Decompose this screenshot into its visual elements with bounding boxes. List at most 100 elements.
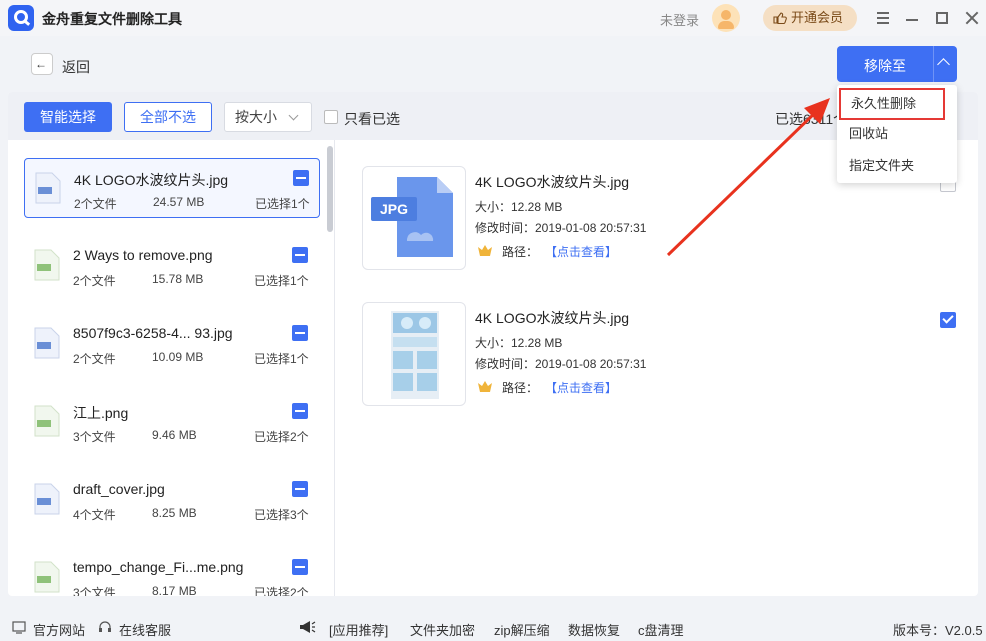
group-checkbox[interactable] [292, 559, 308, 575]
chevron-down-icon [288, 110, 299, 121]
jpg-file-icon [34, 483, 60, 515]
group-checkbox[interactable] [292, 481, 308, 497]
app-title: 金舟重复文件删除工具 [42, 11, 182, 27]
unselect-all-button[interactable]: 全部不选 [124, 102, 212, 132]
group-checkbox[interactable] [292, 325, 308, 341]
view-path-link[interactable]: 【点击查看】 [545, 243, 617, 260]
group-count: 4个文件 [73, 508, 116, 522]
group-item[interactable]: 4K LOGO水波纹片头.jpg 2个文件 24.57 MB 已选择1个 [24, 158, 320, 218]
group-name: tempo_change_Fi...me.png [73, 559, 244, 575]
png-file-icon [34, 249, 60, 281]
menu-item-choose-folder[interactable]: 指定文件夹 [837, 150, 957, 182]
vip-button[interactable]: 开通会员 [763, 5, 857, 31]
file-mtime: 修改时间：2019-01-08 20:57:31 [475, 357, 647, 371]
group-count: 2个文件 [73, 274, 116, 288]
group-size: 10.09 MB [152, 350, 204, 364]
smart-select-button[interactable]: 智能选择 [24, 102, 112, 132]
group-checkbox[interactable] [293, 170, 309, 186]
group-selected: 已选择3个 [254, 508, 309, 522]
chevron-up-icon[interactable] [937, 58, 950, 71]
group-size: 15.78 MB [152, 272, 204, 286]
scrollbar[interactable] [327, 146, 333, 232]
file-card: 4K LOGO水波纹片头.jpg 大小：12.28 MB 修改时间：2019-0… [362, 302, 962, 408]
version-label: 版本号：V2.0.5 [893, 623, 983, 638]
avatar[interactable] [712, 4, 740, 32]
footer-link-folder-encrypt[interactable]: 文件夹加密 [410, 620, 475, 639]
group-selected: 已选择1个 [254, 274, 309, 288]
image-thumbnail[interactable] [362, 302, 466, 406]
file-size: 大小：12.28 MB [475, 336, 563, 350]
thumb-type-label: JPG [379, 201, 408, 217]
group-name: 8507f9c3-6258-4... 93.jpg [73, 325, 233, 341]
view-path-link[interactable]: 【点击查看】 [545, 379, 617, 396]
jpg-file-icon[interactable]: JPG [362, 166, 466, 270]
group-selected: 已选择2个 [254, 430, 309, 444]
main-panel: 智能选择 全部不选 按大小 只看已选 已选6311个 4K LOGO水波纹片头.… [8, 92, 978, 596]
close-icon[interactable] [962, 8, 982, 28]
vip-label: 开通会员 [791, 10, 844, 25]
group-checkbox[interactable] [292, 247, 308, 263]
move-to-button[interactable]: 移除至 [837, 46, 957, 82]
group-size: 8.25 MB [152, 506, 197, 520]
footer-support-link[interactable]: 在线客服 [119, 620, 171, 639]
file-name: 4K LOGO水波纹片头.jpg [475, 174, 630, 190]
title-bar: 金舟重复文件删除工具 未登录 开通会员 [0, 0, 986, 36]
minimize-icon[interactable] [902, 8, 922, 28]
group-name: 江上.png [73, 405, 129, 421]
png-file-icon [34, 405, 60, 437]
group-size: 8.17 MB [152, 584, 197, 596]
group-selected: 已选择1个 [254, 352, 309, 366]
maximize-icon[interactable] [932, 8, 952, 28]
group-selected: 已选择2个 [254, 586, 309, 596]
website-icon [12, 621, 26, 634]
back-arrow-icon[interactable]: ← [31, 53, 53, 75]
move-to-dropdown: 永久性删除 回收站 指定文件夹 [837, 85, 957, 183]
only-selected-label: 只看已选 [344, 111, 400, 127]
group-item[interactable]: tempo_change_Fi...me.png 3个文件 8.17 MB 已选… [24, 548, 320, 596]
file-size: 大小：12.28 MB [475, 200, 563, 214]
group-selected: 已选择1个 [255, 197, 310, 211]
duplicate-group-list: 4K LOGO水波纹片头.jpg 2个文件 24.57 MB 已选择1个 2 W… [8, 140, 335, 596]
file-name: 4K LOGO水波纹片头.jpg [475, 310, 630, 326]
footer-link-c-clean[interactable]: c盘清理 [638, 620, 684, 639]
headset-icon [99, 621, 111, 632]
group-count: 3个文件 [73, 586, 116, 596]
png-file-icon [34, 561, 60, 593]
group-count: 2个文件 [73, 352, 116, 366]
group-size: 9.46 MB [152, 428, 197, 442]
thumb-up-icon [773, 12, 787, 24]
group-item[interactable]: 江上.png 3个文件 9.46 MB 已选择2个 [24, 392, 320, 452]
group-name: 4K LOGO水波纹片头.jpg [74, 172, 229, 188]
jpg-file-icon [34, 327, 60, 359]
menu-item-permanent-delete[interactable]: 永久性删除 [839, 88, 945, 120]
footer-link-zip[interactable]: zip解压缩 [494, 620, 550, 639]
group-checkbox[interactable] [292, 403, 308, 419]
back-button[interactable]: 返回 [62, 57, 90, 77]
footer-link-data-recovery[interactable]: 数据恢复 [568, 620, 620, 639]
menu-item-recycle-bin[interactable]: 回收站 [837, 118, 957, 150]
action-row: ← 返回 移除至 [0, 36, 986, 92]
file-mtime: 修改时间：2019-01-08 20:57:31 [475, 221, 647, 235]
group-item[interactable]: draft_cover.jpg 4个文件 8.25 MB 已选择3个 [24, 470, 320, 530]
group-item[interactable]: 2 Ways to remove.png 2个文件 15.78 MB 已选择1个 [24, 236, 320, 296]
app-logo-icon [8, 5, 34, 31]
sort-value: 按大小 [235, 109, 277, 125]
move-to-label: 移除至 [864, 58, 906, 74]
file-checkbox[interactable] [940, 312, 956, 328]
vip-crown-icon [478, 381, 492, 392]
group-name: 2 Ways to remove.png [73, 247, 213, 263]
jpg-file-icon [35, 172, 61, 204]
vip-crown-icon [478, 245, 492, 256]
megaphone-icon [300, 621, 316, 633]
sort-select[interactable]: 按大小 [224, 102, 312, 132]
group-count: 2个文件 [74, 197, 117, 211]
menu-icon[interactable] [873, 8, 893, 28]
toolbar: 智能选择 全部不选 按大小 只看已选 已选6311个 [8, 92, 978, 140]
path-label: 路径： [502, 245, 539, 259]
footer-website-link[interactable]: 官方网站 [33, 620, 85, 639]
group-name: draft_cover.jpg [73, 481, 165, 497]
login-status[interactable]: 未登录 [660, 10, 699, 29]
group-count: 3个文件 [73, 430, 116, 444]
group-item[interactable]: 8507f9c3-6258-4... 93.jpg 2个文件 10.09 MB … [24, 314, 320, 374]
path-label: 路径： [502, 381, 539, 395]
